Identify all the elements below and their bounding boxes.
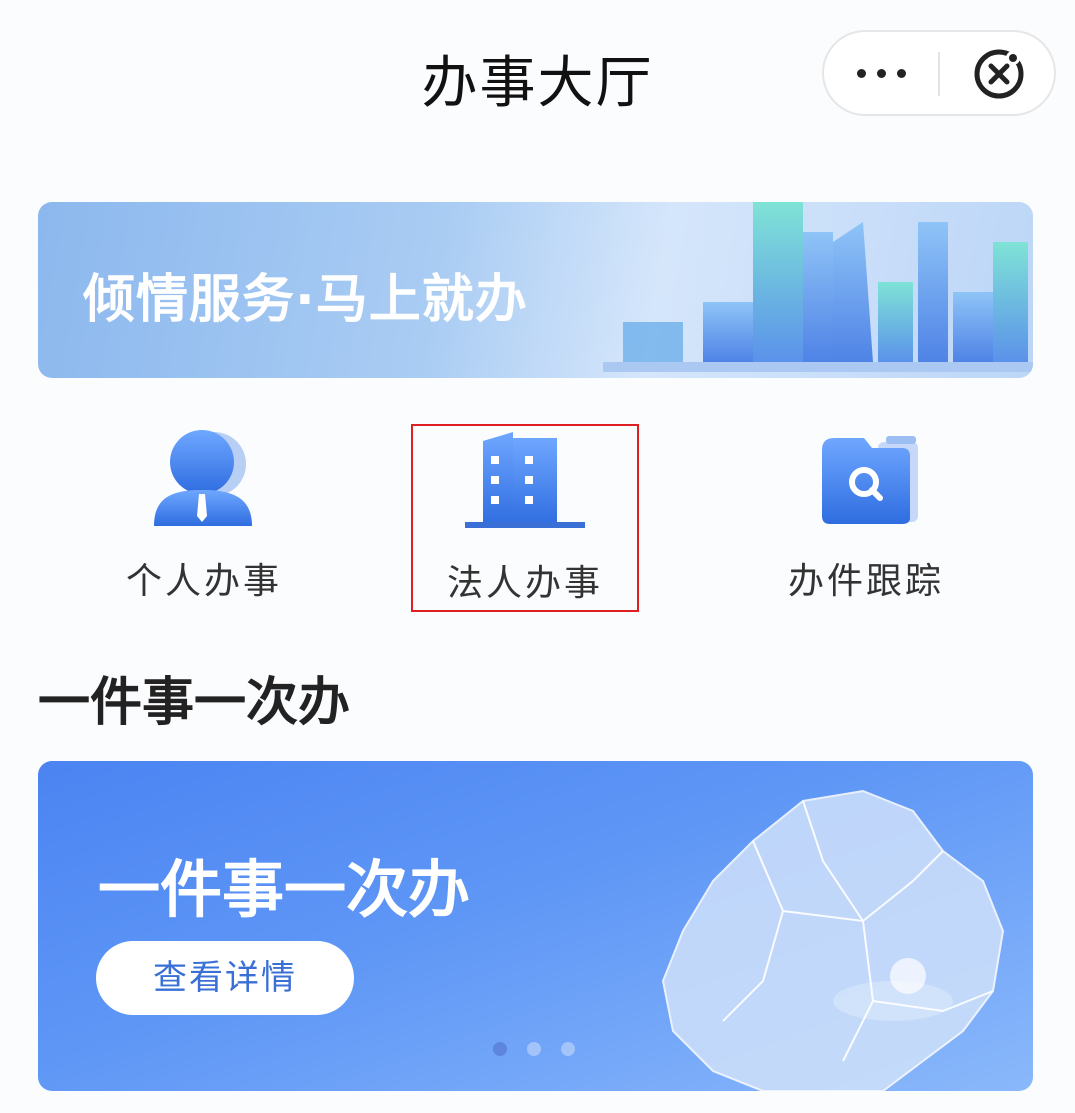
view-details-button[interactable]: 查看详情 bbox=[96, 941, 354, 1015]
quick-action-label: 法人办事 bbox=[446, 563, 603, 604]
section-title: 一件事一次办 bbox=[38, 673, 351, 733]
quick-action-tracking[interactable]: 办件跟踪 bbox=[752, 424, 980, 612]
person-icon bbox=[154, 430, 252, 526]
carousel-dot bbox=[561, 1042, 575, 1056]
more-button[interactable] bbox=[824, 32, 940, 114]
close-circle-icon bbox=[974, 49, 1024, 99]
capsule-divider bbox=[938, 52, 940, 96]
quick-action-label: 办件跟踪 bbox=[787, 561, 944, 602]
map-illustration bbox=[661, 789, 1005, 1091]
carousel-indicator bbox=[493, 1041, 595, 1060]
banner-slogan: 倾情服务·马上就办 bbox=[83, 270, 528, 330]
building-icon bbox=[465, 432, 585, 528]
title-bar: 办事大厅 bbox=[0, 0, 1075, 150]
quick-action-corporate[interactable]: 法人办事 bbox=[411, 424, 639, 612]
quick-action-personal[interactable]: 个人办事 bbox=[90, 424, 318, 612]
close-button[interactable] bbox=[942, 32, 1054, 114]
top-banner[interactable]: 倾情服务·马上就办 bbox=[38, 202, 1033, 378]
promo-carousel-card[interactable]: 一件事一次办 查看详情 bbox=[38, 761, 1033, 1091]
carousel-dot bbox=[527, 1042, 541, 1056]
city-skyline-illustration bbox=[603, 202, 1033, 372]
card-title: 一件事一次办 bbox=[98, 853, 471, 926]
folder-search-icon bbox=[822, 436, 918, 524]
mini-program-capsule bbox=[822, 30, 1056, 116]
quick-action-label: 个人办事 bbox=[125, 561, 282, 602]
carousel-dot-active bbox=[493, 1042, 507, 1056]
